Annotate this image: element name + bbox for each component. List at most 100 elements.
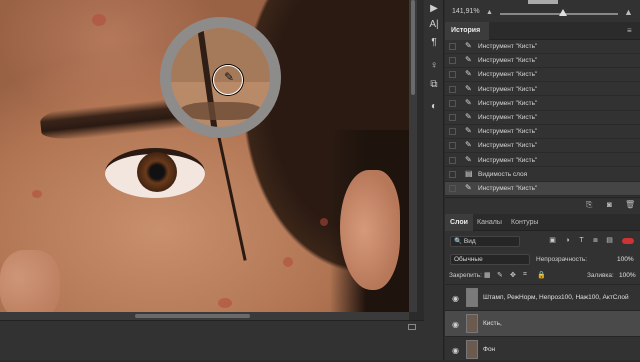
fill-label: Заливка: [587, 272, 614, 279]
visibility-eye-icon[interactable]: ◉ [452, 320, 459, 329]
history-item[interactable]: ✎ Инструмент "Кисть" [445, 111, 640, 125]
history-source-checkbox[interactable] [449, 85, 456, 93]
history-item[interactable]: ✎ Инструмент "Кисть" [445, 68, 640, 83]
document-canvas[interactable]: ✎ [0, 0, 409, 312]
brush-preview-loupe: ✎ [160, 17, 281, 138]
history-source-checkbox[interactable] [449, 156, 456, 164]
new-document-from-state-icon[interactable]: ⎘ [586, 200, 592, 210]
history-source-checkbox[interactable] [449, 142, 456, 150]
filter-adjustment-icon[interactable]: ◑ [563, 236, 572, 245]
brush-icon: ✎ [465, 140, 472, 150]
fill-value[interactable]: 100% [619, 272, 636, 279]
layer-thumbnail[interactable] [466, 340, 478, 359]
history-item-label: Инструмент "Кисть" [478, 57, 538, 65]
layer-name[interactable]: Штамп, РежНорм, Непроз100, Наж100, АктСл… [483, 294, 629, 301]
layer-filter-select[interactable]: 🔍 Вид [450, 236, 520, 247]
history-item-label: Инструмент "Кисть" [478, 85, 538, 93]
trash-icon[interactable]: 🗑 [625, 200, 635, 209]
history-item[interactable]: ✎ Инструмент "Кисть" [445, 182, 640, 196]
history-item-label: Инструмент "Кисть" [478, 185, 538, 192]
layer-thumbnail[interactable] [466, 288, 478, 307]
brush-icon: ✎ [465, 183, 472, 192]
photo-blemish [218, 298, 232, 308]
history-item[interactable]: ✎ Инструмент "Кисть" [445, 139, 640, 154]
history-item[interactable]: ✎ Инструмент "Кисть" [445, 83, 640, 97]
layer-row[interactable]: ◉ Фон [445, 336, 640, 362]
layer-name[interactable]: Фон [483, 346, 495, 353]
history-list: ✎ Инструмент "Кисть" ✎ Инструмент "Кисть" ✎ И… [445, 40, 640, 197]
paragraph-icon[interactable]: ¶ [424, 37, 444, 48]
brush-icon: ✎ [465, 41, 472, 50]
layer-visibility-icon: ▤ [465, 168, 473, 178]
history-item-label: Инструмент "Кисть" [478, 114, 538, 121]
lock-position-icon[interactable]: ✥ [510, 271, 516, 279]
blend-mode-select[interactable]: Обычные [450, 254, 530, 265]
navigator-preview[interactable] [528, 0, 558, 4]
history-item[interactable]: ✎ Инструмент "Кисть" [445, 125, 640, 139]
status-bar [0, 320, 424, 360]
history-source-checkbox[interactable] [449, 99, 456, 107]
zoom-in-icon[interactable]: ▲ [624, 7, 633, 17]
lock-image-icon[interactable]: ✎ [497, 271, 503, 279]
zoom-value[interactable]: 141,91% [452, 8, 480, 15]
filter-smart-object-icon[interactable]: ▤ [605, 236, 614, 245]
horizontal-scroll-thumb[interactable] [135, 314, 250, 318]
status-menu-icon[interactable] [408, 324, 416, 330]
tab-channels[interactable]: Каналы [472, 214, 507, 231]
history-source-checkbox[interactable] [449, 128, 456, 136]
tab-history[interactable]: История [445, 22, 489, 40]
snapshot-camera-icon[interactable]: ◙ [607, 200, 612, 209]
layer-thumbnail[interactable] [466, 314, 478, 333]
adjustments-icon[interactable]: ◐ [424, 101, 444, 112]
history-source-checkbox[interactable] [449, 57, 456, 65]
lock-label: Закрепить: [449, 272, 482, 279]
vertical-scroll-thumb[interactable] [411, 0, 415, 95]
layer-row[interactable]: ◉ Штамп, РежНорм, Непроз100, Наж100, АктС… [445, 284, 640, 310]
play-icon[interactable]: ▶ [424, 3, 444, 14]
opacity-label: Непрозрачность: [536, 256, 588, 263]
filter-toggle[interactable] [622, 238, 634, 244]
photo-ear [340, 170, 400, 290]
photo-blemish [283, 257, 293, 267]
history-menu-icon[interactable]: ≡ [627, 26, 632, 35]
history-item[interactable]: ▤ Видимость слоя [445, 168, 640, 182]
history-item[interactable]: ✎ Инструмент "Кисть" [445, 97, 640, 111]
history-source-checkbox[interactable] [449, 43, 456, 50]
opacity-value[interactable]: 100% [617, 256, 634, 263]
history-item[interactable]: ✎ Инструмент "Кисть" [445, 54, 640, 68]
brush-icon: ✎ [465, 97, 472, 107]
tab-paths[interactable]: Контуры [506, 214, 543, 231]
filter-shape-icon[interactable]: ⧈ [591, 236, 600, 245]
layer-row[interactable]: ◉ Кисть, [445, 310, 640, 336]
tab-layers[interactable]: Слои [445, 214, 473, 231]
history-item-label: Инструмент "Кисть" [478, 128, 538, 136]
visibility-eye-icon[interactable]: ◉ [452, 346, 459, 355]
visibility-eye-icon[interactable]: ◉ [452, 294, 459, 303]
lock-transparent-icon[interactable]: ▦ [484, 271, 491, 279]
history-source-checkbox[interactable] [449, 114, 456, 121]
history-item-label: Инструмент "Кисть" [478, 142, 538, 150]
layer-name[interactable]: Кисть, [483, 320, 502, 327]
lightbulb-icon[interactable]: ♀ [424, 60, 444, 71]
filter-pixel-icon[interactable]: ▣ [548, 236, 557, 245]
history-item-label: Инструмент "Кисть" [478, 156, 538, 164]
zoom-out-icon[interactable]: ▲ [486, 9, 493, 16]
lock-artboard-icon[interactable]: ⌗ [523, 271, 527, 279]
brush-tip-icon: ✎ [224, 70, 235, 84]
lock-all-icon[interactable]: 🔒 [537, 271, 546, 279]
character-icon[interactable]: A| [424, 19, 444, 30]
panel-icon-strip: ▶ A| ¶ ♀ ⧉ ◐ [424, 0, 444, 360]
history-icon[interactable]: ⧉ [424, 79, 444, 90]
history-item-label: Инструмент "Кисть" [478, 71, 538, 79]
photo-iris [137, 152, 177, 192]
photo-blemish [320, 218, 328, 226]
history-source-checkbox[interactable] [449, 170, 456, 178]
zoom-slider-knob[interactable] [559, 9, 567, 16]
history-item[interactable]: ✎ Инструмент "Кисть" [445, 40, 640, 54]
history-item[interactable]: ✎ Инструмент "Кисть" [445, 154, 640, 168]
history-source-checkbox[interactable] [449, 185, 456, 192]
brush-icon: ✎ [465, 112, 472, 121]
history-source-checkbox[interactable] [449, 71, 456, 79]
filter-type-icon[interactable]: T [577, 236, 586, 245]
brush-icon: ✎ [465, 55, 472, 65]
